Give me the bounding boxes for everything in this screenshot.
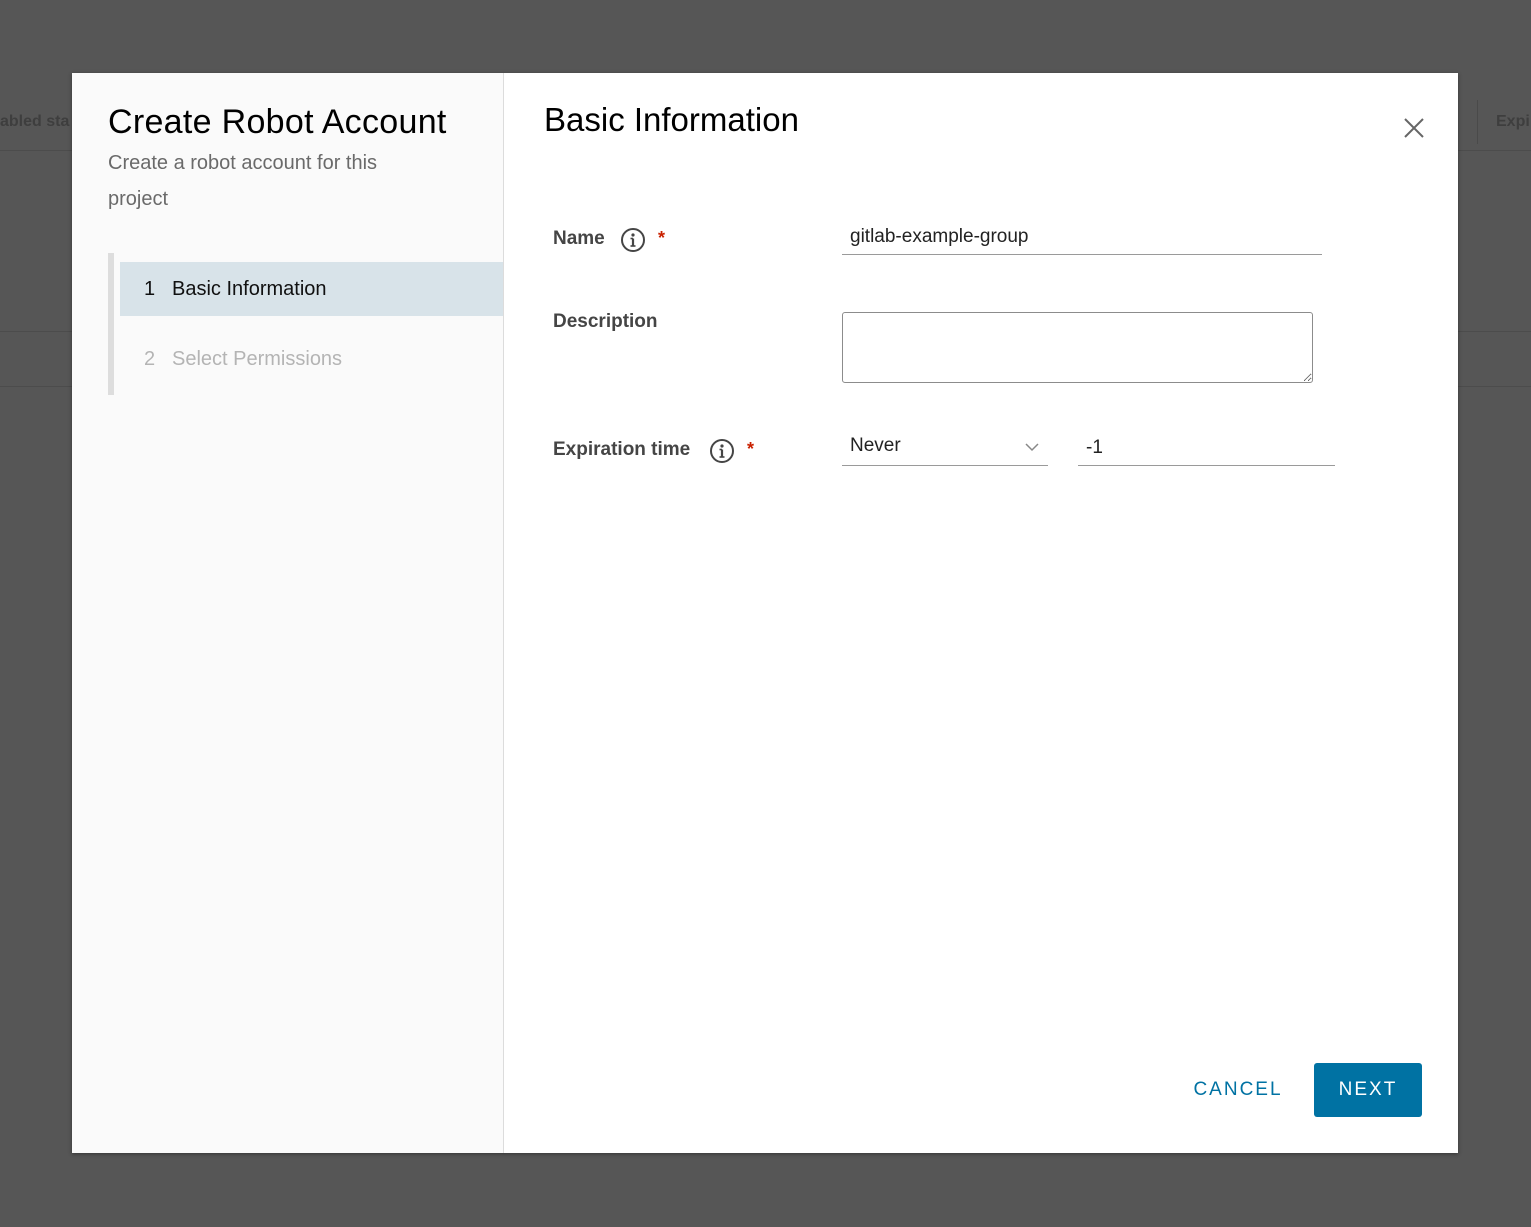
step-select-permissions[interactable]: 2 Select Permissions bbox=[120, 332, 503, 386]
description-textarea[interactable] bbox=[842, 312, 1313, 383]
name-label: Name bbox=[553, 228, 605, 249]
step-basic-information[interactable]: 1 Basic Information bbox=[120, 262, 503, 316]
expiration-time-label: Expiration time bbox=[553, 439, 691, 460]
modal-subtitle: Create a robot account for this project bbox=[108, 152, 378, 210]
name-input[interactable] bbox=[842, 220, 1322, 255]
expiration-select-value: Never bbox=[850, 435, 901, 456]
background-column-expiration: Expi bbox=[1496, 113, 1530, 130]
create-robot-account-modal: Create Robot Account Create a robot acco… bbox=[72, 73, 1458, 1153]
expiration-type-select[interactable]: Never bbox=[842, 431, 1048, 466]
steps-rail bbox=[108, 253, 114, 395]
required-marker: * bbox=[658, 228, 666, 248]
info-circle-icon[interactable] bbox=[620, 227, 646, 253]
required-marker: * bbox=[747, 439, 755, 459]
wizard-content: Basic Information Name * Description Exp… bbox=[503, 73, 1458, 1153]
wizard-sidebar: Create Robot Account Create a robot acco… bbox=[72, 73, 504, 1153]
modal-title: Create Robot Account bbox=[108, 103, 447, 141]
step-label: Basic Information bbox=[172, 277, 327, 300]
next-button[interactable]: NEXT bbox=[1314, 1063, 1422, 1117]
background-column-enabled-state: abled sta bbox=[0, 113, 70, 130]
cancel-button[interactable]: CANCEL bbox=[1183, 1063, 1293, 1117]
description-label: Description bbox=[553, 311, 658, 332]
step-number: 2 bbox=[144, 347, 156, 370]
content-title: Basic Information bbox=[544, 101, 799, 138]
close-icon bbox=[1404, 118, 1424, 138]
step-number: 1 bbox=[144, 277, 156, 300]
expiration-days-input[interactable] bbox=[1078, 431, 1335, 466]
info-circle-icon[interactable] bbox=[709, 438, 735, 464]
step-label: Select Permissions bbox=[172, 347, 343, 370]
chevron-down-icon bbox=[1025, 443, 1039, 452]
background-column-divider bbox=[1477, 100, 1478, 144]
close-button[interactable] bbox=[1399, 113, 1429, 143]
